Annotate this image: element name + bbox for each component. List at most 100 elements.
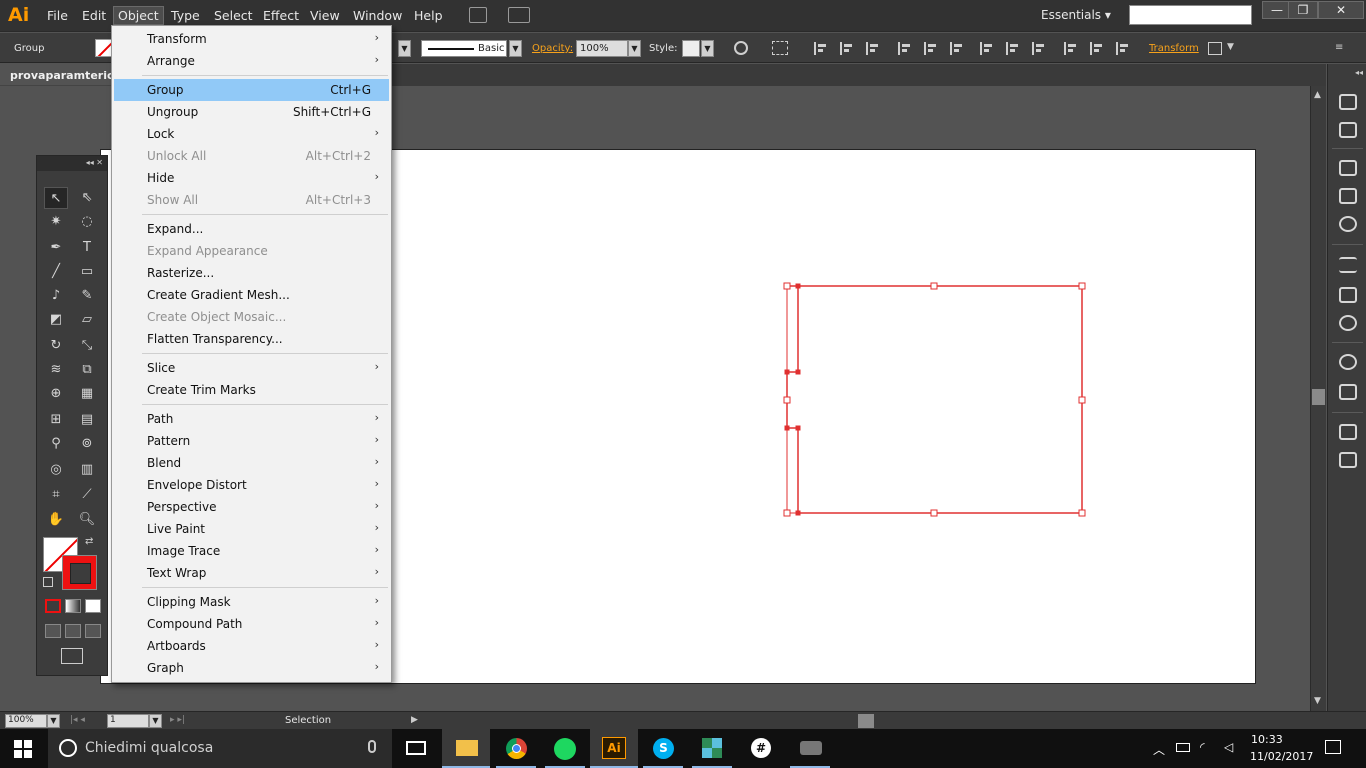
artboards-icon[interactable] [1339, 452, 1357, 468]
action-center-icon[interactable] [1325, 740, 1341, 754]
close-button[interactable]: ✕ [1318, 1, 1364, 19]
menu-file[interactable]: File [47, 8, 68, 23]
brushes-icon[interactable] [1339, 188, 1357, 204]
type-tool-icon[interactable]: T [75, 237, 99, 259]
symbol-sprayer-tool-icon[interactable]: ◎ [44, 459, 68, 481]
column-graph-tool-icon[interactable]: ▥ [75, 459, 99, 481]
menu-item-perspective[interactable]: Perspective › [114, 496, 389, 518]
menu-item-compound-path[interactable]: Compound Path › [114, 613, 389, 635]
bridge-icon[interactable] [469, 7, 487, 23]
paintbrush-tool-icon[interactable]: ♪ [44, 285, 68, 307]
lasso-tool-icon[interactable]: ◌ [75, 211, 99, 233]
opacity-dropdown[interactable]: ▼ [628, 40, 641, 57]
wifi-icon[interactable]: ◜ [1200, 740, 1205, 754]
workspace-switcher[interactable]: Essentials ▾ [1041, 8, 1111, 22]
clock-time[interactable]: 10:33 [1251, 733, 1283, 746]
menu-effect[interactable]: Effect [263, 8, 299, 23]
menu-item-image-trace[interactable]: Image Trace › [114, 540, 389, 562]
pinwheel-app-icon[interactable] [688, 729, 736, 768]
menu-item-show-all[interactable]: Show All Alt+Ctrl+3 [114, 189, 389, 211]
pen-tool-icon[interactable]: ✒ [44, 237, 68, 259]
horizontal-scroll-thumb[interactable] [858, 714, 874, 728]
menu-item-ungroup[interactable]: Ungroup Shift+Ctrl+G [114, 101, 389, 123]
task-view-icon[interactable] [392, 729, 440, 768]
graphic-style-swatch[interactable] [682, 40, 700, 57]
draw-normal-icon[interactable] [45, 624, 61, 638]
search-input[interactable] [1129, 5, 1252, 25]
menu-item-expand-appearance[interactable]: Expand Appearance [114, 240, 389, 262]
illustrator-taskbar-icon[interactable]: Ai [590, 729, 638, 768]
opacity-field[interactable]: 100% [576, 40, 628, 57]
rectangle-tool-icon[interactable]: ▭ [75, 261, 99, 283]
menu-select[interactable]: Select [214, 8, 253, 23]
menu-item-path[interactable]: Path › [114, 408, 389, 430]
menu-item-unlock-all[interactable]: Unlock All Alt+Ctrl+2 [114, 145, 389, 167]
artboard-dropdown[interactable]: ▼ [149, 714, 162, 728]
menu-item-lock[interactable]: Lock › [114, 123, 389, 145]
gradient-icon[interactable] [1339, 287, 1357, 303]
menu-type[interactable]: Type [171, 8, 200, 23]
blend-tool-icon[interactable]: ⊚ [75, 433, 99, 455]
slack-icon[interactable]: # [737, 729, 785, 768]
isolate-group-icon[interactable] [1208, 42, 1222, 55]
distribute-hcenter-icon[interactable] [1090, 42, 1104, 55]
show-hidden-icons-icon[interactable]: ︿ [1153, 741, 1165, 758]
style-dropdown[interactable]: ▼ [701, 40, 714, 57]
line-tool-icon[interactable]: ╱ [44, 261, 68, 283]
distribute-center-icon[interactable] [1006, 42, 1020, 55]
file-explorer-icon[interactable] [442, 729, 490, 768]
menu-item-artboards[interactable]: Artboards › [114, 635, 389, 657]
brush-definition-dropdown[interactable]: Basic [421, 40, 507, 57]
graphic-styles-icon[interactable] [1339, 384, 1357, 400]
symbols-icon[interactable] [1339, 216, 1357, 232]
stroke-icon[interactable] [1339, 257, 1357, 273]
scale-tool-icon[interactable]: ⤡ [75, 335, 99, 357]
menu-item-clipping-mask[interactable]: Clipping Mask › [114, 591, 389, 613]
scroll-down-icon[interactable]: ▼ [1314, 696, 1321, 706]
menu-item-flatten-transparency[interactable]: Flatten Transparency... [114, 328, 389, 350]
menu-item-hide[interactable]: Hide › [114, 167, 389, 189]
zoom-level-field[interactable]: 100% [5, 714, 47, 728]
appearance-icon[interactable] [1339, 354, 1357, 370]
recolor-artwork-icon[interactable] [734, 41, 748, 55]
magic-wand-tool-icon[interactable]: ✷ [44, 211, 68, 233]
color-mode-icon[interactable] [45, 599, 61, 613]
menu-item-pattern[interactable]: Pattern › [114, 430, 389, 452]
restore-button[interactable]: ❐ [1288, 1, 1318, 19]
color-panel-icon[interactable] [1339, 94, 1357, 110]
clock-date[interactable]: 11/02/2017 [1250, 750, 1313, 763]
eyedropper-tool-icon[interactable]: ⚲ [44, 433, 68, 455]
menu-item-envelope-distort[interactable]: Envelope Distort › [114, 474, 389, 496]
align-top-icon[interactable] [898, 42, 912, 55]
menu-item-slice[interactable]: Slice › [114, 357, 389, 379]
align-to-selection-icon[interactable] [772, 41, 788, 55]
align-right-icon[interactable] [866, 42, 880, 55]
none-mode-icon[interactable] [85, 599, 101, 613]
menu-item-expand[interactable]: Expand... [114, 218, 389, 240]
arrange-documents-icon[interactable] [508, 7, 530, 23]
menu-item-text-wrap[interactable]: Text Wrap › [114, 562, 389, 584]
direct-selection-tool-icon[interactable]: ⇖ [75, 187, 99, 209]
next-artboard-icon[interactable]: ▸ ▸| [170, 715, 185, 725]
color-guide-icon[interactable] [1339, 122, 1357, 138]
draw-behind-icon[interactable] [65, 624, 81, 638]
status-menu-arrow-icon[interactable]: ▶ [411, 715, 418, 725]
menu-item-arrange[interactable]: Arrange › [114, 50, 389, 72]
vertical-scroll-thumb[interactable] [1312, 389, 1325, 405]
battery-icon[interactable] [1176, 743, 1190, 752]
distribute-bottom-icon[interactable] [1032, 42, 1046, 55]
menu-item-group[interactable]: Group Ctrl+G [114, 79, 389, 101]
volume-icon[interactable]: ◁ [1224, 740, 1233, 754]
menu-help[interactable]: Help [414, 8, 443, 23]
menu-edit[interactable]: Edit [82, 8, 106, 23]
draw-inside-icon[interactable] [85, 624, 101, 638]
align-left-icon[interactable] [814, 42, 828, 55]
transform-link[interactable]: Transform [1149, 43, 1199, 54]
stroke-weight-dropdown[interactable]: ▼ [398, 40, 411, 57]
distribute-right-icon[interactable] [1116, 42, 1130, 55]
eraser-tool-icon[interactable]: ▱ [75, 309, 99, 331]
tools-panel-header[interactable]: ◂◂ ✕ [37, 156, 107, 171]
layers-icon[interactable] [1339, 424, 1357, 440]
artboard-number-field[interactable]: 1 [107, 714, 149, 728]
align-middle-icon[interactable] [924, 42, 938, 55]
